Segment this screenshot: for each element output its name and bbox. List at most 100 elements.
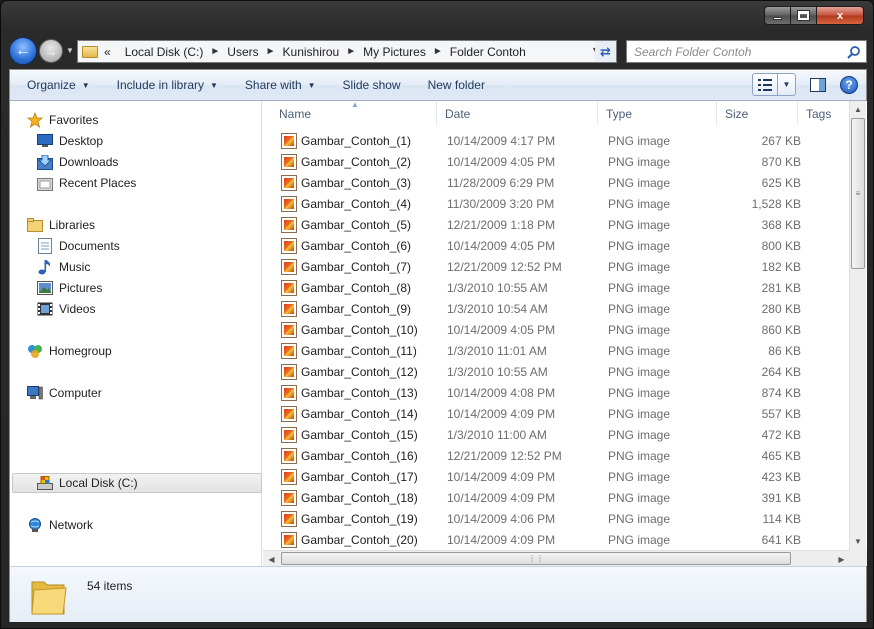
nav-videos[interactable]: Videos	[37, 299, 95, 319]
file-row[interactable]: Gambar_Contoh_(5) 12/21/2009 1:18 PM PNG i…	[263, 214, 853, 235]
column-header-name[interactable]: ▲ Name	[263, 101, 437, 125]
search-input[interactable]: Search Folder Contoh	[634, 45, 845, 59]
help-button[interactable]: ?	[840, 75, 858, 94]
breadcrumb-users[interactable]: Users	[227, 45, 258, 59]
column-header-type[interactable]: Type	[598, 101, 717, 125]
file-row[interactable]: Gambar_Contoh_(2) 10/14/2009 4:05 PM PNG i…	[263, 151, 853, 172]
breadcrumb-chevron-icon[interactable]: ►	[346, 46, 356, 57]
nav-network[interactable]: Network	[27, 515, 93, 535]
file-row[interactable]: Gambar_Contoh_(14) 10/14/2009 4:09 PM PNG …	[263, 403, 853, 424]
nav-pictures[interactable]: Pictures	[37, 278, 102, 298]
file-size: 280 KB	[761, 301, 801, 316]
nav-homegroup[interactable]: Homegroup	[27, 341, 112, 361]
details-view-icon[interactable]	[753, 74, 778, 95]
file-name-cell: Gambar_Contoh_(15)	[263, 426, 434, 443]
refresh-button[interactable]: ⇄	[595, 40, 617, 63]
png-image-icon	[281, 174, 297, 191]
breadcrumb-kunishirou[interactable]: Kunishirou	[283, 45, 340, 59]
file-row[interactable]: Gambar_Contoh_(13) 10/14/2009 4:08 PM PNG …	[263, 382, 853, 403]
png-image-icon	[281, 510, 297, 527]
organize-label: Organize	[27, 78, 76, 92]
nav-libraries[interactable]: Libraries	[27, 215, 95, 235]
scroll-left-icon[interactable]: ◀	[263, 551, 280, 567]
file-name: Gambar_Contoh_(7)	[301, 259, 412, 274]
nav-recent-places[interactable]: Recent Places	[37, 173, 136, 193]
file-row[interactable]: Gambar_Contoh_(3) 11/28/2009 6:29 PM PNG i…	[263, 172, 853, 193]
file-row[interactable]: Gambar_Contoh_(19) 10/14/2009 4:06 PM PNG …	[263, 508, 853, 529]
breadcrumb-my-pictures[interactable]: My Pictures	[363, 45, 426, 59]
file-type: PNG image	[608, 322, 671, 337]
address-bar[interactable]: « Local Disk (C:) ► Users ► Kunishirou ►…	[77, 40, 607, 63]
nav-desktop[interactable]: Desktop	[37, 131, 103, 151]
file-name: Gambar_Contoh_(5)	[301, 217, 412, 232]
close-button[interactable]: x	[817, 6, 864, 25]
file-row[interactable]: Gambar_Contoh_(8) 1/3/2010 10:55 AM PNG im…	[263, 277, 853, 298]
file-type: PNG image	[608, 532, 671, 547]
nav-downloads[interactable]: Downloads	[37, 152, 118, 172]
column-header-date[interactable]: Date	[437, 101, 598, 125]
file-row[interactable]: Gambar_Contoh_(7) 12/21/2009 12:52 PM PNG …	[263, 256, 853, 277]
breadcrumb-overflow[interactable]: «	[104, 45, 111, 59]
vertical-scroll-thumb[interactable]: ≡	[851, 118, 865, 269]
column-header-tags[interactable]: Tags	[798, 101, 853, 125]
vertical-scrollbar[interactable]: ▲ ≡ ▼	[849, 101, 866, 550]
file-name-cell: Gambar_Contoh_(1)	[263, 132, 434, 149]
view-options-dropdown-icon[interactable]: ▼	[778, 80, 795, 89]
file-row[interactable]: Gambar_Contoh_(16) 12/21/2009 12:52 PM PNG…	[263, 445, 853, 466]
file-type: PNG image	[608, 238, 671, 253]
file-row[interactable]: Gambar_Contoh_(15) 1/3/2010 11:00 AM PNG i…	[263, 424, 853, 445]
scroll-right-icon[interactable]: ▶	[833, 551, 850, 567]
breadcrumb-chevron-icon[interactable]: ►	[266, 46, 276, 57]
nav-computer[interactable]: Computer	[27, 383, 102, 403]
file-row[interactable]: Gambar_Contoh_(17) 10/14/2009 4:09 PM PNG …	[263, 466, 853, 487]
nav-favorites[interactable]: Favorites	[27, 110, 98, 130]
nav-local-disk[interactable]: Local Disk (C:)	[37, 473, 138, 493]
breadcrumb-chevron-icon[interactable]: ►	[210, 46, 220, 57]
file-type: PNG image	[608, 175, 671, 190]
breadcrumb-chevron-icon[interactable]: ►	[433, 46, 443, 57]
back-button[interactable]: ←	[9, 37, 37, 65]
breadcrumb-folder-contoh[interactable]: Folder Contoh	[450, 45, 526, 59]
file-size: 472 KB	[761, 427, 801, 442]
file-size: 391 KB	[761, 490, 801, 505]
change-view-button[interactable]: ▼	[752, 73, 796, 96]
breadcrumb-local-disk[interactable]: Local Disk (C:)	[125, 45, 204, 59]
recent-pages-dropdown[interactable]: ▼	[66, 46, 74, 55]
search-icon[interactable]	[845, 43, 863, 61]
file-row[interactable]: Gambar_Contoh_(12) 1/3/2010 10:55 AM PNG i…	[263, 361, 853, 382]
share-with-menu[interactable]: Share with ▼	[235, 78, 326, 92]
file-date: 1/3/2010 10:54 AM	[447, 301, 548, 316]
file-size: 267 KB	[761, 133, 801, 148]
horizontal-scroll-thumb[interactable]: ⋮⋮	[281, 552, 791, 565]
file-row[interactable]: Gambar_Contoh_(4) 11/30/2009 3:20 PM PNG i…	[263, 193, 853, 214]
nav-documents[interactable]: Documents	[37, 236, 120, 256]
nav-music[interactable]: Music	[37, 257, 90, 277]
column-header-size[interactable]: Size	[717, 101, 798, 125]
file-date: 10/14/2009 4:05 PM	[447, 322, 556, 337]
file-size: 874 KB	[761, 385, 801, 400]
file-row[interactable]: Gambar_Contoh_(6) 10/14/2009 4:05 PM PNG i…	[263, 235, 853, 256]
scroll-down-icon[interactable]: ▼	[850, 533, 866, 550]
new-folder-button[interactable]: New folder	[418, 78, 495, 92]
png-image-icon	[281, 195, 297, 212]
horizontal-scrollbar[interactable]: ◀ ⋮⋮ ▶	[263, 550, 850, 566]
file-row[interactable]: Gambar_Contoh_(20) 10/14/2009 4:09 PM PNG …	[263, 529, 853, 550]
forward-button[interactable]: →	[39, 39, 63, 63]
file-name-cell: Gambar_Contoh_(14)	[263, 405, 434, 422]
organize-menu[interactable]: Organize ▼	[17, 78, 100, 92]
desktop-icon	[37, 133, 53, 149]
file-row[interactable]: Gambar_Contoh_(9) 1/3/2010 10:54 AM PNG im…	[263, 298, 853, 319]
preview-pane-button[interactable]	[806, 73, 830, 96]
file-name: Gambar_Contoh_(14)	[301, 406, 418, 421]
search-box[interactable]: Search Folder Contoh	[626, 40, 867, 63]
maximize-button[interactable]	[791, 6, 817, 25]
scroll-up-icon[interactable]: ▲	[850, 101, 866, 118]
file-row[interactable]: Gambar_Contoh_(1) 10/14/2009 4:17 PM PNG i…	[263, 130, 853, 151]
file-row[interactable]: Gambar_Contoh_(10) 10/14/2009 4:05 PM PNG …	[263, 319, 853, 340]
include-in-library-menu[interactable]: Include in library ▼	[107, 78, 228, 92]
folder-icon	[30, 574, 68, 616]
file-row[interactable]: Gambar_Contoh_(18) 10/14/2009 4:09 PM PNG …	[263, 487, 853, 508]
file-row[interactable]: Gambar_Contoh_(11) 1/3/2010 11:01 AM PNG i…	[263, 340, 853, 361]
slide-show-button[interactable]: Slide show	[333, 78, 411, 92]
minimize-button[interactable]	[764, 6, 791, 25]
